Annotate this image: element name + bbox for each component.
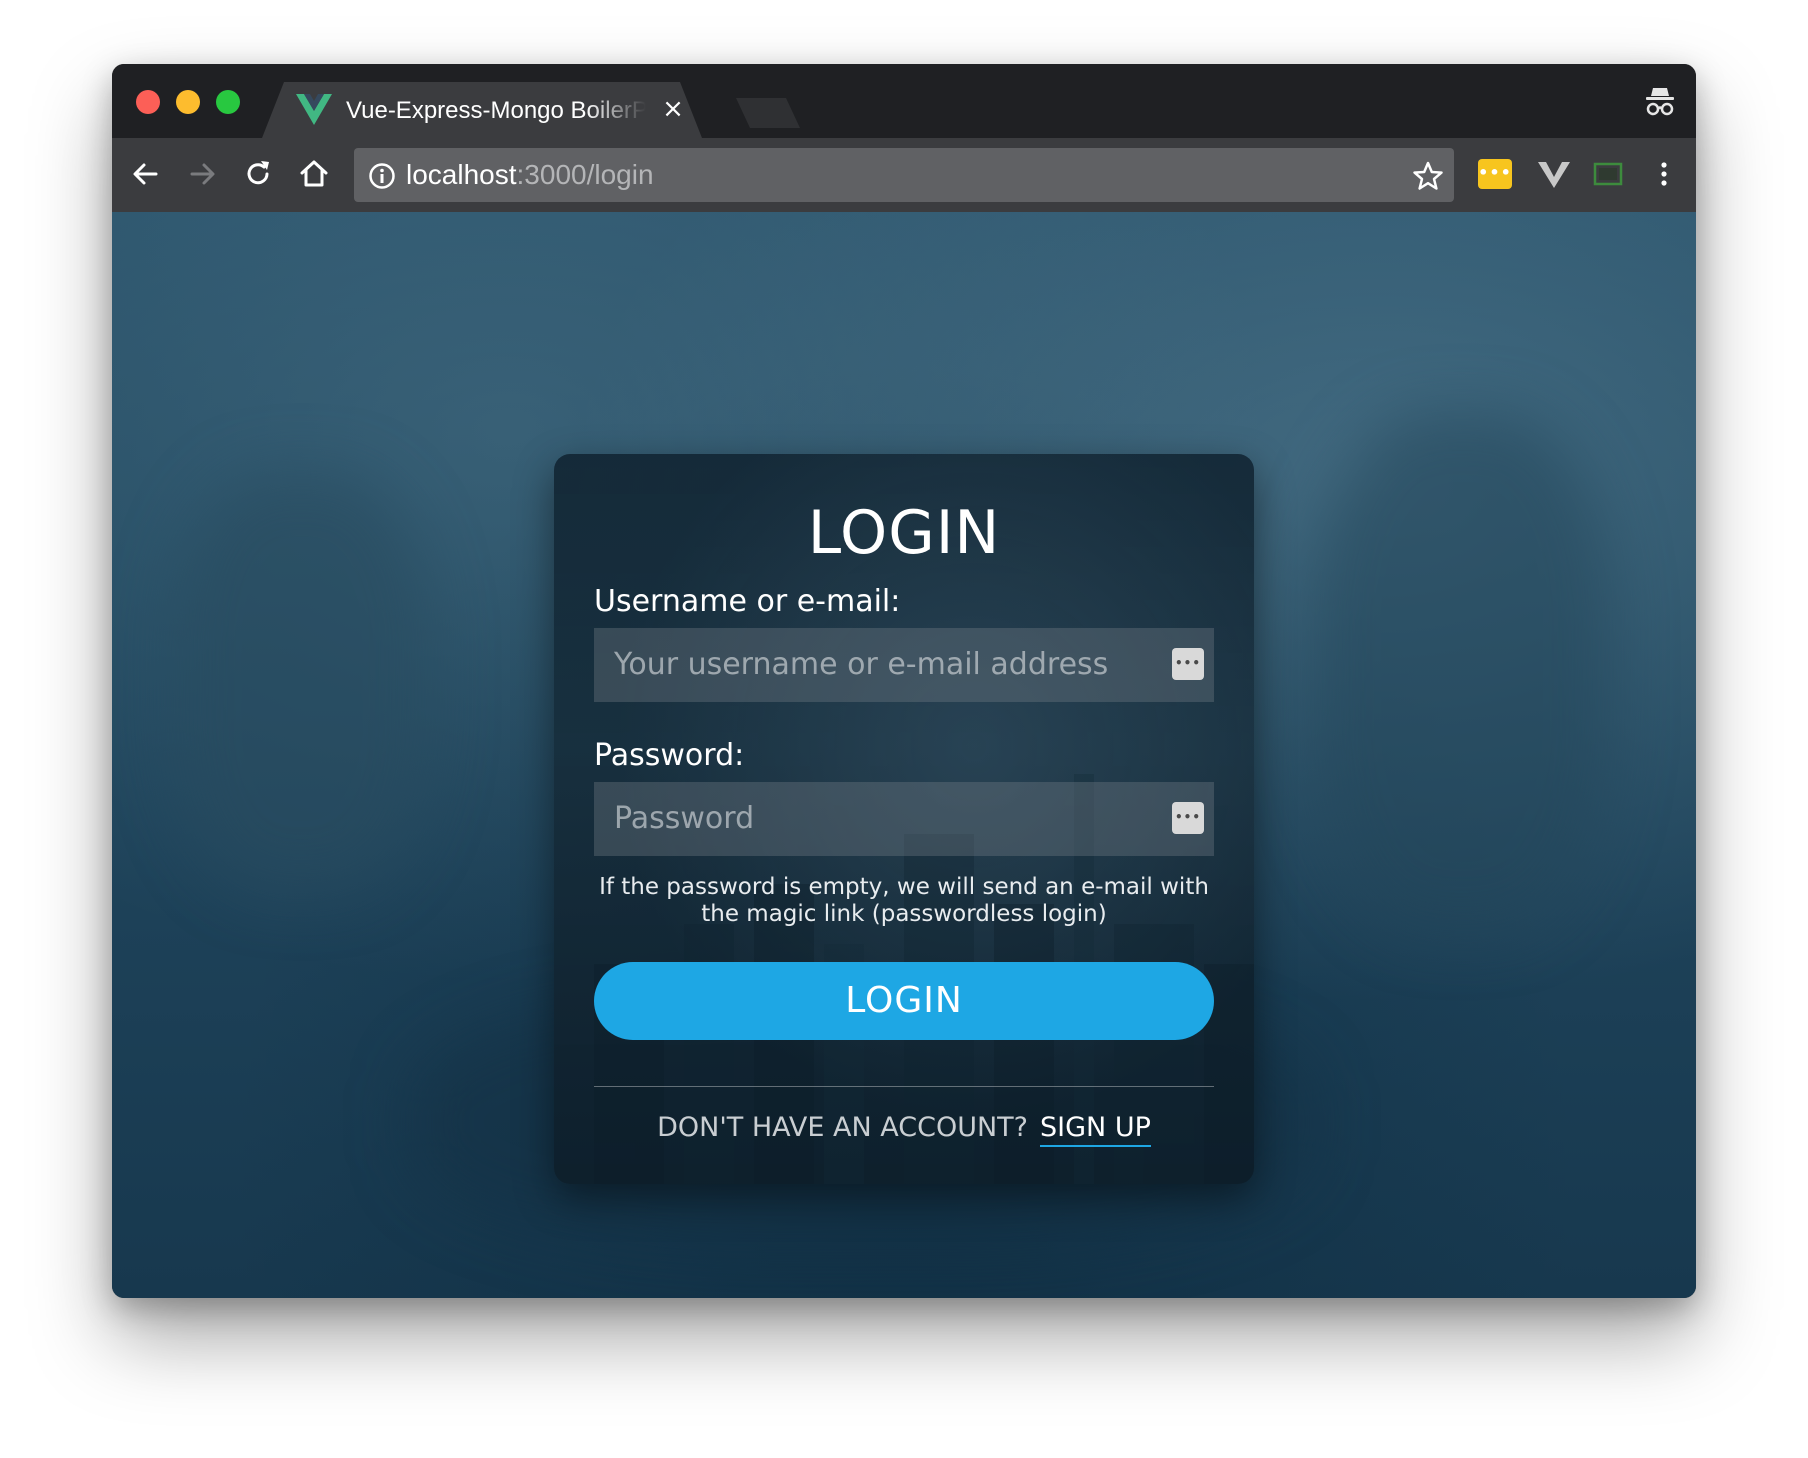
login-button[interactable]: LOGIN — [594, 962, 1214, 1040]
no-account-text: DON'T HAVE AN ACCOUNT? — [657, 1112, 1029, 1143]
new-tab-button[interactable] — [736, 98, 800, 128]
title-bar: Vue-Express-Mongo BoilerPlate × — [112, 64, 1696, 138]
tab-title: Vue-Express-Mongo BoilerPlate — [346, 97, 646, 124]
signup-row: DON'T HAVE AN ACCOUNT? SIGN UP — [554, 1110, 1254, 1147]
page-viewport: LOGIN Username or e-mail: ••• Password: … — [112, 212, 1696, 1298]
login-card: LOGIN Username or e-mail: ••• Password: … — [554, 454, 1254, 1184]
incognito-icon — [1646, 88, 1674, 116]
back-icon[interactable] — [128, 156, 164, 192]
vue-devtools-icon[interactable] — [1536, 156, 1572, 192]
password-manager-field-icon[interactable]: ••• — [1172, 648, 1204, 680]
tab-close-icon[interactable]: × — [660, 96, 686, 122]
forward-icon[interactable] — [184, 156, 220, 192]
vue-logo-icon — [296, 94, 332, 125]
star-icon[interactable] — [1412, 160, 1444, 192]
passwordless-hint: If the password is empty, we will send a… — [599, 874, 1209, 927]
info-icon[interactable] — [368, 162, 396, 190]
tab-active[interactable]: Vue-Express-Mongo BoilerPlate × — [262, 82, 702, 138]
signup-link[interactable]: SIGN UP — [1040, 1112, 1151, 1147]
menu-icon[interactable] — [1646, 156, 1682, 192]
background-building — [1312, 412, 1612, 932]
password-input[interactable] — [594, 782, 1214, 856]
zoom-window-button[interactable] — [216, 90, 240, 114]
browser-toolbar: localhost:3000/login ••• — [112, 138, 1696, 213]
url-port-path: :3000/login — [516, 159, 654, 190]
username-input[interactable] — [594, 628, 1214, 702]
screen-capture-icon[interactable] — [1590, 156, 1626, 192]
password-manager-extension-button[interactable]: ••• — [1478, 159, 1512, 189]
field-key-glyph: ••• — [1174, 656, 1201, 670]
background-building — [172, 472, 432, 892]
username-label: Username or e-mail: — [594, 584, 901, 619]
url-text[interactable]: localhost:3000/login — [406, 158, 654, 192]
password-manager-field-icon[interactable]: ••• — [1172, 802, 1204, 834]
close-window-button[interactable] — [136, 90, 160, 114]
reload-icon[interactable] — [240, 156, 276, 192]
minimize-window-button[interactable] — [176, 90, 200, 114]
home-icon[interactable] — [296, 156, 332, 192]
url-host: localhost — [406, 159, 517, 190]
address-bar[interactable]: localhost:3000/login — [354, 148, 1454, 202]
field-key-glyph: ••• — [1174, 810, 1201, 824]
password-label: Password: — [594, 738, 745, 773]
divider — [594, 1086, 1214, 1087]
browser-window: Vue-Express-Mongo BoilerPlate × — [112, 64, 1696, 1298]
login-title: LOGIN — [807, 498, 1001, 568]
password-manager-glyph: ••• — [1478, 163, 1512, 182]
